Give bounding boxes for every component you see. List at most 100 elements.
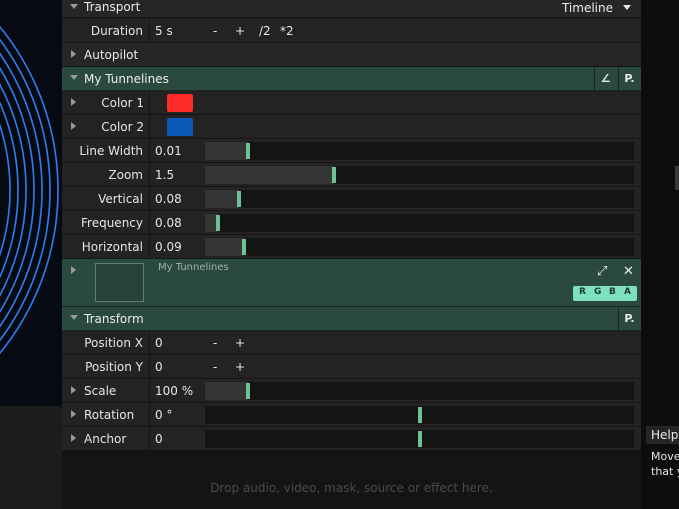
tunnel-rings-graphic <box>0 25 59 355</box>
slider-handle[interactable] <box>246 383 250 399</box>
horizontal-slider[interactable] <box>205 238 634 256</box>
slider-handle[interactable] <box>418 407 422 423</box>
line-width-slider[interactable] <box>205 142 634 160</box>
zoom-slider[interactable] <box>205 166 634 184</box>
expand-triangle-icon[interactable] <box>71 434 76 442</box>
duration-label: Duration <box>90 24 143 38</box>
channel-a[interactable]: A <box>624 287 631 297</box>
duration-row: Duration 5 s - + /2 *2 <box>62 19 641 43</box>
close-icon[interactable]: ✕ <box>623 264 634 279</box>
color1-label: Color 1 <box>101 96 144 110</box>
duration-plus-button[interactable]: + <box>235 24 245 38</box>
drop-hint-text: Drop audio, video, mask, source or effec… <box>210 481 493 495</box>
inspector-panel: Transport Timeline Duration 5 s - + /2 *… <box>62 0 641 509</box>
scale-label: Scale <box>84 384 117 398</box>
position-y-row: Position Y 0 - + <box>62 355 641 379</box>
autopilot-title: Autopilot <box>84 48 139 62</box>
chevron-down-icon[interactable] <box>623 5 631 10</box>
collapse-triangle-icon[interactable] <box>70 75 78 80</box>
position-x-row: Position X 0 - + <box>62 331 641 355</box>
position-y-plus-button[interactable]: + <box>235 360 245 374</box>
expand-icon[interactable]: ⤢ <box>597 264 607 279</box>
anchor-value[interactable]: 0 <box>155 432 163 446</box>
help-tab[interactable]: Help <box>646 426 679 444</box>
preset-button[interactable]: P. <box>618 67 640 91</box>
color2-label: Color 2 <box>101 120 144 134</box>
scale-row: Scale 100 % <box>62 379 641 403</box>
layer-thumbnail[interactable] <box>95 263 144 302</box>
collapse-triangle-icon[interactable] <box>70 4 78 9</box>
help-line-2: that y <box>651 465 679 478</box>
scale-value[interactable]: 100 % <box>155 384 193 398</box>
rotation-value[interactable]: 0 ° <box>155 408 172 422</box>
panel-resize-handle[interactable] <box>675 166 679 190</box>
rotation-slider[interactable] <box>205 406 634 424</box>
slider-handle[interactable] <box>246 143 250 159</box>
drop-zone[interactable] <box>62 451 641 509</box>
slider-handle[interactable] <box>216 215 220 231</box>
frequency-label: Frequency <box>81 216 143 230</box>
vertical-value[interactable]: 0.08 <box>155 192 182 206</box>
color2-swatch[interactable] <box>167 118 193 136</box>
preview-canvas[interactable] <box>0 0 62 406</box>
channel-r[interactable]: R <box>579 287 586 297</box>
horizontal-label: Horizontal <box>81 240 143 254</box>
duration-value[interactable]: 5 s <box>155 24 173 38</box>
duration-minus-button[interactable]: - <box>213 24 217 38</box>
slider-handle[interactable] <box>242 239 246 255</box>
transform-header[interactable]: Transform P. <box>62 307 641 331</box>
position-x-plus-button[interactable]: + <box>235 336 245 350</box>
expand-triangle-icon[interactable] <box>71 50 76 58</box>
vertical-label: Vertical <box>98 192 143 206</box>
help-line-1: Move <box>651 450 679 463</box>
angle-icon[interactable]: ∠ <box>594 67 616 91</box>
expand-triangle-icon[interactable] <box>71 410 76 418</box>
slider-handle[interactable] <box>237 191 241 207</box>
transform-title: Transform <box>84 312 144 326</box>
position-y-value[interactable]: 0 <box>155 360 163 374</box>
tunnelines-header[interactable]: My Tunnelines ∠ P. <box>62 67 641 91</box>
preset-button[interactable]: P. <box>618 307 640 331</box>
zoom-value[interactable]: 1.5 <box>155 168 174 182</box>
horizontal-value[interactable]: 0.09 <box>155 240 182 254</box>
expand-triangle-icon[interactable] <box>71 122 76 130</box>
line-width-value[interactable]: 0.01 <box>155 144 182 158</box>
channel-b[interactable]: B <box>609 287 616 297</box>
frequency-slider[interactable] <box>205 214 634 232</box>
frequency-row: Frequency 0.08 <box>62 211 641 235</box>
line-width-label: Line Width <box>79 144 143 158</box>
tunnelines-title: My Tunnelines <box>84 72 169 86</box>
color1-row: Color 1 <box>62 91 641 115</box>
expand-triangle-icon[interactable] <box>71 98 76 106</box>
horizontal-row: Horizontal 0.09 <box>62 235 641 259</box>
line-width-row: Line Width 0.01 <box>62 139 641 163</box>
frequency-value[interactable]: 0.08 <box>155 216 182 230</box>
rotation-row: Rotation 0 ° <box>62 403 641 427</box>
expand-triangle-icon[interactable] <box>71 266 76 274</box>
collapse-triangle-icon[interactable] <box>70 315 78 320</box>
zoom-label: Zoom <box>108 168 143 182</box>
help-text: Move that y <box>651 449 679 479</box>
timeline-dropdown-label[interactable]: Timeline <box>562 1 613 15</box>
scale-slider[interactable] <box>205 382 634 400</box>
position-y-minus-button[interactable]: - <box>213 360 217 374</box>
anchor-row: Anchor 0 <box>62 427 641 451</box>
position-x-value[interactable]: 0 <box>155 336 163 350</box>
autopilot-header[interactable]: Autopilot <box>62 43 641 67</box>
slider-handle[interactable] <box>332 167 336 183</box>
position-x-minus-button[interactable]: - <box>213 336 217 350</box>
channel-g[interactable]: G <box>594 287 601 297</box>
duration-half-button[interactable]: /2 <box>259 24 271 38</box>
anchor-slider[interactable] <box>205 430 634 448</box>
vertical-row: Vertical 0.08 <box>62 187 641 211</box>
duration-double-button[interactable]: *2 <box>280 24 294 38</box>
color1-swatch[interactable] <box>167 94 193 112</box>
transport-header[interactable]: Transport Timeline <box>62 0 641 18</box>
vertical-slider[interactable] <box>205 190 634 208</box>
position-x-label: Position X <box>84 336 143 350</box>
layer-block[interactable]: My Tunnelines ⤢ ✕ R G B A <box>62 259 641 307</box>
slider-handle[interactable] <box>418 431 422 447</box>
expand-triangle-icon[interactable] <box>71 386 76 394</box>
channel-badges[interactable]: R G B A <box>573 286 637 301</box>
position-y-label: Position Y <box>85 360 143 374</box>
